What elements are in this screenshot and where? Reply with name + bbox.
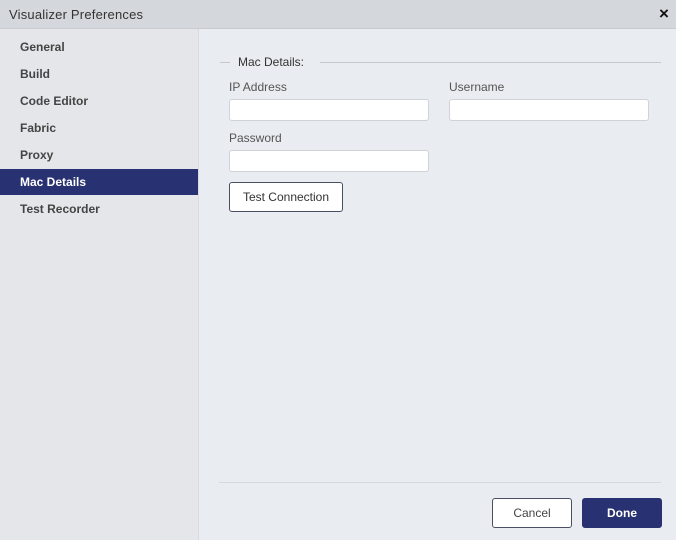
close-icon[interactable]: × [655,4,673,24]
main-panel: Mac Details: IP Address Username Passwor… [199,29,676,540]
window-title: Visualizer Preferences [9,7,144,22]
cancel-button[interactable]: Cancel [492,498,572,528]
fieldset-divider-right [320,62,661,63]
fieldset-divider-left [220,62,230,63]
username-label: Username [449,80,505,94]
test-connection-button[interactable]: Test Connection [229,182,343,212]
section-title: Mac Details: [238,55,305,69]
sidebar-item-proxy[interactable]: Proxy [0,142,198,168]
footer-divider [219,482,661,483]
ip-address-input[interactable] [229,99,429,121]
done-button[interactable]: Done [582,498,662,528]
sidebar-item-test-recorder[interactable]: Test Recorder [0,196,198,222]
sidebar-item-general[interactable]: General [0,34,198,60]
sidebar-item-fabric[interactable]: Fabric [0,115,198,141]
sidebar-item-build[interactable]: Build [0,61,198,87]
title-bar: Visualizer Preferences × [0,0,676,29]
sidebar-item-mac-details[interactable]: Mac Details [0,169,198,195]
sidebar: General Build Code Editor Fabric Proxy M… [0,29,199,540]
ip-address-label: IP Address [229,80,287,94]
username-input[interactable] [449,99,649,121]
password-input[interactable] [229,150,429,172]
sidebar-item-code-editor[interactable]: Code Editor [0,88,198,114]
password-label: Password [229,131,282,145]
